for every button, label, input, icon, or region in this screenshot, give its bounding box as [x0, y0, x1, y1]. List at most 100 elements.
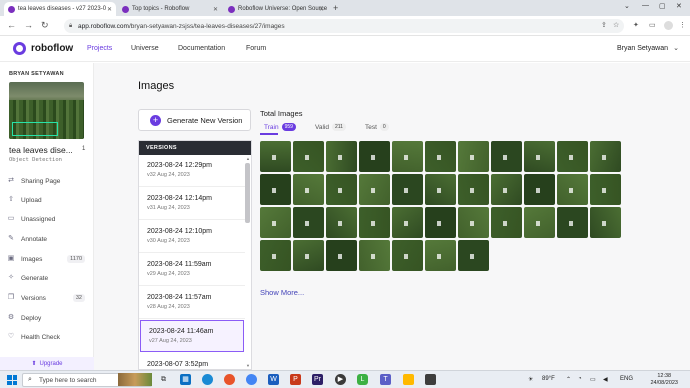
image-thumbnail[interactable]	[590, 141, 621, 172]
image-thumbnail[interactable]	[359, 240, 390, 271]
image-thumbnail[interactable]	[458, 174, 489, 205]
image-thumbnail[interactable]	[590, 174, 621, 205]
image-thumbnail[interactable]	[326, 141, 357, 172]
image-thumbnail[interactable]	[260, 174, 291, 205]
image-thumbnail[interactable]	[392, 141, 423, 172]
split-icon[interactable]: ▭	[649, 21, 656, 29]
image-thumbnail[interactable]	[293, 240, 324, 271]
taskbar-clock[interactable]: 12:38 24/08/2023	[650, 373, 678, 387]
versions-scrollbar[interactable]	[245, 163, 250, 223]
url-field[interactable]: 🔒︎ app.roboflow.com/bryan-setyawan-zsjss…	[64, 19, 624, 33]
tray-chevron-icon[interactable]: ⌃	[566, 376, 571, 383]
edge-icon[interactable]	[202, 374, 213, 385]
sidebar-item-health-check[interactable]: ♡ Health Check	[7, 331, 87, 343]
project-thumbnail[interactable]	[9, 82, 84, 139]
logo-text[interactable]: roboflow	[31, 43, 73, 54]
network-icon[interactable]: ◔	[578, 376, 582, 382]
language-indicator[interactable]: ENG	[620, 376, 633, 382]
share-icon[interactable]: ⇪	[601, 21, 607, 29]
upgrade-button[interactable]: ⬆ Upgrade	[0, 357, 94, 370]
battery-icon[interactable]: ▭	[590, 376, 596, 383]
image-thumbnail[interactable]	[458, 141, 489, 172]
media-icon[interactable]: ▶	[335, 374, 346, 385]
premiere-icon[interactable]: Pr	[312, 374, 323, 385]
nav-universe[interactable]: Universe	[131, 45, 159, 52]
user-name[interactable]: Bryan Setyawan	[617, 45, 668, 52]
tab-test[interactable]: Test 0	[365, 123, 389, 131]
browser-tab-2[interactable]: Roboflow Universe: Open Source ✕	[224, 2, 328, 16]
line-icon[interactable]: L	[357, 374, 368, 385]
sidebar-item-generate[interactable]: ✧ Generate	[7, 272, 87, 284]
image-thumbnail[interactable]	[491, 141, 522, 172]
image-thumbnail[interactable]	[557, 174, 588, 205]
settings-app-icon[interactable]: ▦	[180, 374, 191, 385]
sidebar-item-images[interactable]: ▣ Images 1170	[7, 253, 87, 265]
image-thumbnail[interactable]	[293, 141, 324, 172]
tab-train[interactable]: Train 959	[264, 123, 296, 131]
chrome-icon[interactable]	[246, 374, 257, 385]
sidebar-item-versions[interactable]: ❐ Versions 32	[7, 292, 87, 304]
image-thumbnail[interactable]	[524, 141, 555, 172]
version-item[interactable]: 2023-08-24 11:57am v28 Aug 24, 2023	[139, 287, 245, 319]
reload-icon[interactable]: ↻	[41, 20, 49, 31]
image-thumbnail[interactable]	[524, 207, 555, 238]
image-thumbnail[interactable]	[458, 240, 489, 271]
close-tab-icon[interactable]: ✕	[213, 6, 218, 13]
scroll-up-icon[interactable]: ▲	[246, 156, 250, 161]
browser-tab-0[interactable]: tea leaves diseases - v27 2023-0 ✕	[4, 2, 116, 16]
sidebar-item-upload[interactable]: ⇧ Upload	[7, 194, 87, 206]
image-thumbnail[interactable]	[425, 240, 456, 271]
image-thumbnail[interactable]	[392, 207, 423, 238]
profile-avatar[interactable]	[664, 21, 673, 30]
image-thumbnail[interactable]	[425, 141, 456, 172]
star-icon[interactable]: ☆	[613, 21, 619, 29]
image-thumbnail[interactable]	[491, 207, 522, 238]
new-tab-icon[interactable]: +	[333, 3, 338, 13]
version-item[interactable]: 2023-08-24 11:59am v29 Aug 24, 2023	[139, 254, 245, 286]
menu-kebab-icon[interactable]: ⋮	[679, 21, 686, 29]
image-thumbnail[interactable]	[491, 174, 522, 205]
image-thumbnail[interactable]	[326, 207, 357, 238]
image-thumbnail[interactable]	[260, 141, 291, 172]
extensions-icon[interactable]: ✦	[633, 21, 639, 29]
file-explorer-icon[interactable]	[403, 374, 414, 385]
project-name[interactable]: tea leaves dise...	[9, 145, 82, 155]
scroll-down-icon[interactable]: ▼	[246, 363, 250, 368]
nav-projects[interactable]: Projects	[87, 45, 112, 52]
image-thumbnail[interactable]	[590, 207, 621, 238]
firefox-icon[interactable]	[224, 374, 235, 385]
roboflow-logo-icon[interactable]	[13, 42, 26, 55]
sidebar-item-unassigned[interactable]: ▭ Unassigned	[7, 213, 87, 225]
sidebar-item-annotate[interactable]: ✎ Annotate	[7, 233, 87, 245]
image-thumbnail[interactable]	[557, 207, 588, 238]
image-thumbnail[interactable]	[293, 174, 324, 205]
minimize-icon[interactable]: —	[642, 2, 649, 9]
generate-new-version-button[interactable]: + Generate New Version	[138, 109, 251, 131]
image-thumbnail[interactable]	[293, 207, 324, 238]
version-item[interactable]: 2023-08-24 12:29pm v32 Aug 24, 2023	[139, 155, 245, 187]
image-thumbnail[interactable]	[458, 207, 489, 238]
sidebar-item-sharing-page[interactable]: ⇄ Sharing Page	[7, 175, 87, 187]
close-tab-icon[interactable]: ✕	[319, 6, 324, 13]
image-thumbnail[interactable]	[260, 240, 291, 271]
version-item-selected[interactable]: 2023-08-24 11:46am v27 Aug 24, 2023	[140, 320, 244, 352]
weather-temp[interactable]: 89°F	[542, 376, 555, 382]
maximize-icon[interactable]: ▢	[659, 2, 666, 10]
image-thumbnail[interactable]	[326, 240, 357, 271]
image-thumbnail[interactable]	[392, 240, 423, 271]
word-icon[interactable]: W	[268, 374, 279, 385]
version-item[interactable]: 2023-08-24 12:14pm v31 Aug 24, 2023	[139, 188, 245, 220]
browser-tab-1[interactable]: Top topics - Roboflow ✕	[118, 2, 222, 16]
chevron-down-icon[interactable]: ⌄	[624, 2, 630, 10]
nav-forum[interactable]: Forum	[246, 45, 266, 52]
weather-icon[interactable]: ☀	[528, 376, 533, 383]
forward-icon[interactable]: →	[24, 20, 33, 30]
version-item[interactable]: 2023-08-07 3:52pm	[139, 354, 245, 369]
volume-icon[interactable]: ◀	[603, 376, 608, 383]
image-thumbnail[interactable]	[260, 207, 291, 238]
version-item[interactable]: 2023-08-24 12:10pm v30 Aug 24, 2023	[139, 221, 245, 253]
back-icon[interactable]: ←	[7, 20, 16, 30]
image-thumbnail[interactable]	[359, 207, 390, 238]
show-more-link[interactable]: Show More...	[260, 288, 304, 297]
image-thumbnail[interactable]	[425, 174, 456, 205]
